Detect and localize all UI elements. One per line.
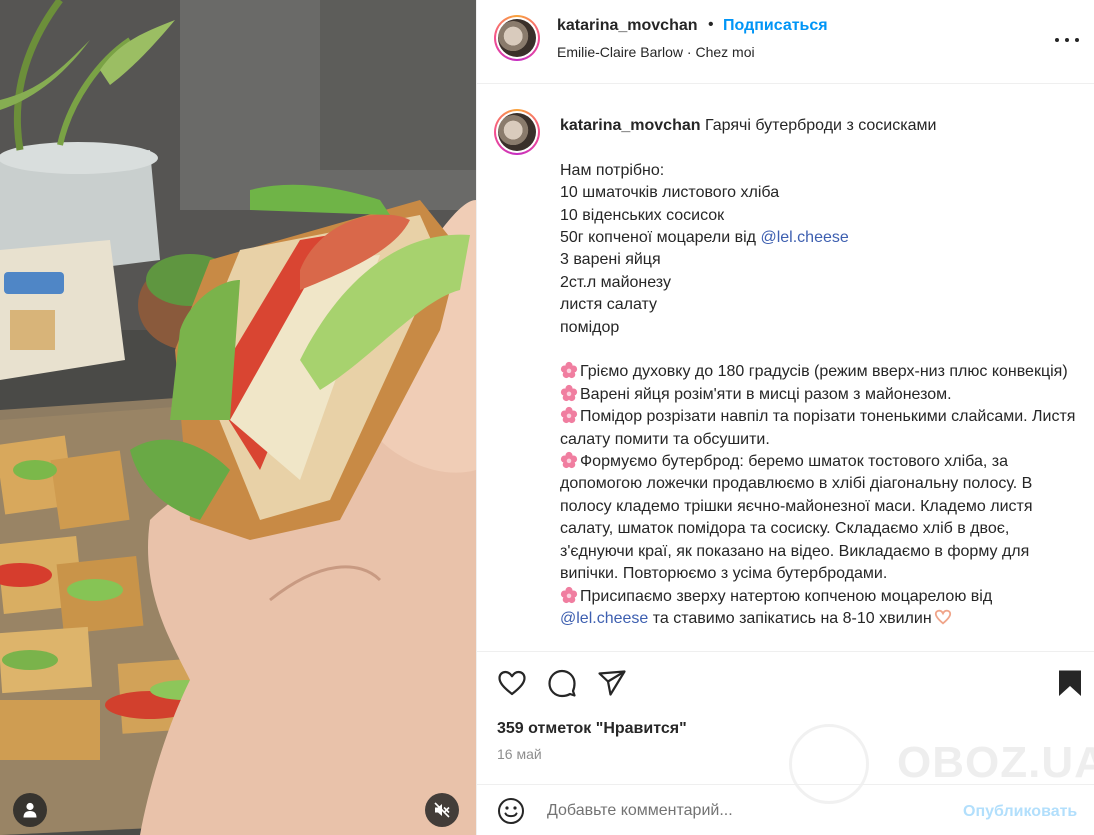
ingredient-item: 10 віденських сосисок [560, 206, 725, 224]
comment-bar: Опубликовать [477, 784, 1094, 835]
flower-icon [560, 451, 578, 469]
caption-title: Гарячі бутерброди з сосисками [704, 117, 937, 134]
flower-icon [560, 407, 578, 424]
author-avatar[interactable] [494, 15, 540, 61]
heart-hands-icon [934, 609, 951, 625]
comment-icon[interactable] [547, 668, 577, 698]
caption-username[interactable]: katarina_movchan [560, 117, 701, 134]
heart-icon[interactable] [497, 668, 527, 698]
step-text: Помідор розрізати навпіл та порізати тон… [560, 408, 1076, 448]
subtitle-separator: · [686, 44, 692, 60]
flower-icon [560, 384, 578, 401]
audio-link[interactable]: Emilie-Claire Barlow [557, 44, 683, 60]
post-media[interactable] [0, 0, 476, 835]
media-image [0, 0, 476, 835]
bookmark-icon[interactable] [1055, 668, 1085, 698]
share-icon[interactable] [597, 668, 627, 698]
step-text: та ставимо запікатись на 8-10 хвилин [648, 609, 932, 627]
step-text: Варені яйця розім'яти в мисці разом з ма… [580, 385, 952, 403]
post-subtitle: Emilie-Claire Barlow · Chez moi [557, 44, 755, 60]
post-caption: katarina_movchan Гарячі бутерброди з сос… [560, 115, 1085, 630]
ingredient-item: 50г копченої моцарели від [560, 229, 761, 247]
post-date: 16 май [497, 746, 542, 762]
post-panel: katarina_movchan • Подписаться Emilie-Cl… [476, 0, 1094, 835]
ingredient-item: 10 шматочків листового хліба [560, 184, 780, 202]
follow-button[interactable]: Подписаться [723, 17, 828, 35]
caption-area: katarina_movchan Гарячі бутерброди з сос… [477, 85, 1094, 651]
ingredients-heading: Нам потрібно: [560, 161, 665, 179]
mention-link[interactable]: @lel.cheese [560, 610, 648, 627]
post-comment-button[interactable]: Опубликовать [963, 803, 1077, 821]
author-username[interactable]: katarina_movchan [557, 17, 698, 35]
flower-icon [560, 362, 578, 379]
user-icon [23, 802, 37, 818]
ingredient-item: 3 варені яйця [560, 251, 661, 269]
step-text: Формуємо бутерброд: беремо шматок тостов… [560, 453, 1033, 583]
likes-count[interactable]: 359 отметок "Нравится" [497, 720, 687, 738]
emoji-icon[interactable] [497, 797, 525, 825]
action-bar [477, 651, 1094, 715]
ingredient-item: помідор [560, 318, 620, 336]
mute-button[interactable] [425, 793, 459, 827]
step-text: Гріємо духовку до 180 градусів (режим вв… [580, 363, 1068, 381]
step-text: Присипаємо зверху натертою копченою моца… [580, 587, 993, 605]
post-header: katarina_movchan • Подписаться Emilie-Cl… [477, 0, 1094, 84]
user-tag-button[interactable] [13, 793, 47, 827]
more-options-button[interactable] [1055, 30, 1079, 50]
more-icon [1055, 38, 1059, 42]
ingredient-item: 2ст.л майонезу [560, 273, 671, 291]
speaker-muted-icon [434, 802, 450, 818]
mention-link[interactable]: @lel.cheese [760, 229, 848, 246]
flower-icon [560, 586, 578, 603]
separator-dot: • [708, 16, 714, 33]
comment-input[interactable] [547, 797, 947, 825]
watermark-text: OBOZ.UA [897, 738, 1094, 787]
ingredient-item: листя салату [560, 296, 657, 314]
caption-avatar[interactable] [494, 109, 540, 155]
location-link[interactable]: Chez moi [695, 44, 754, 60]
